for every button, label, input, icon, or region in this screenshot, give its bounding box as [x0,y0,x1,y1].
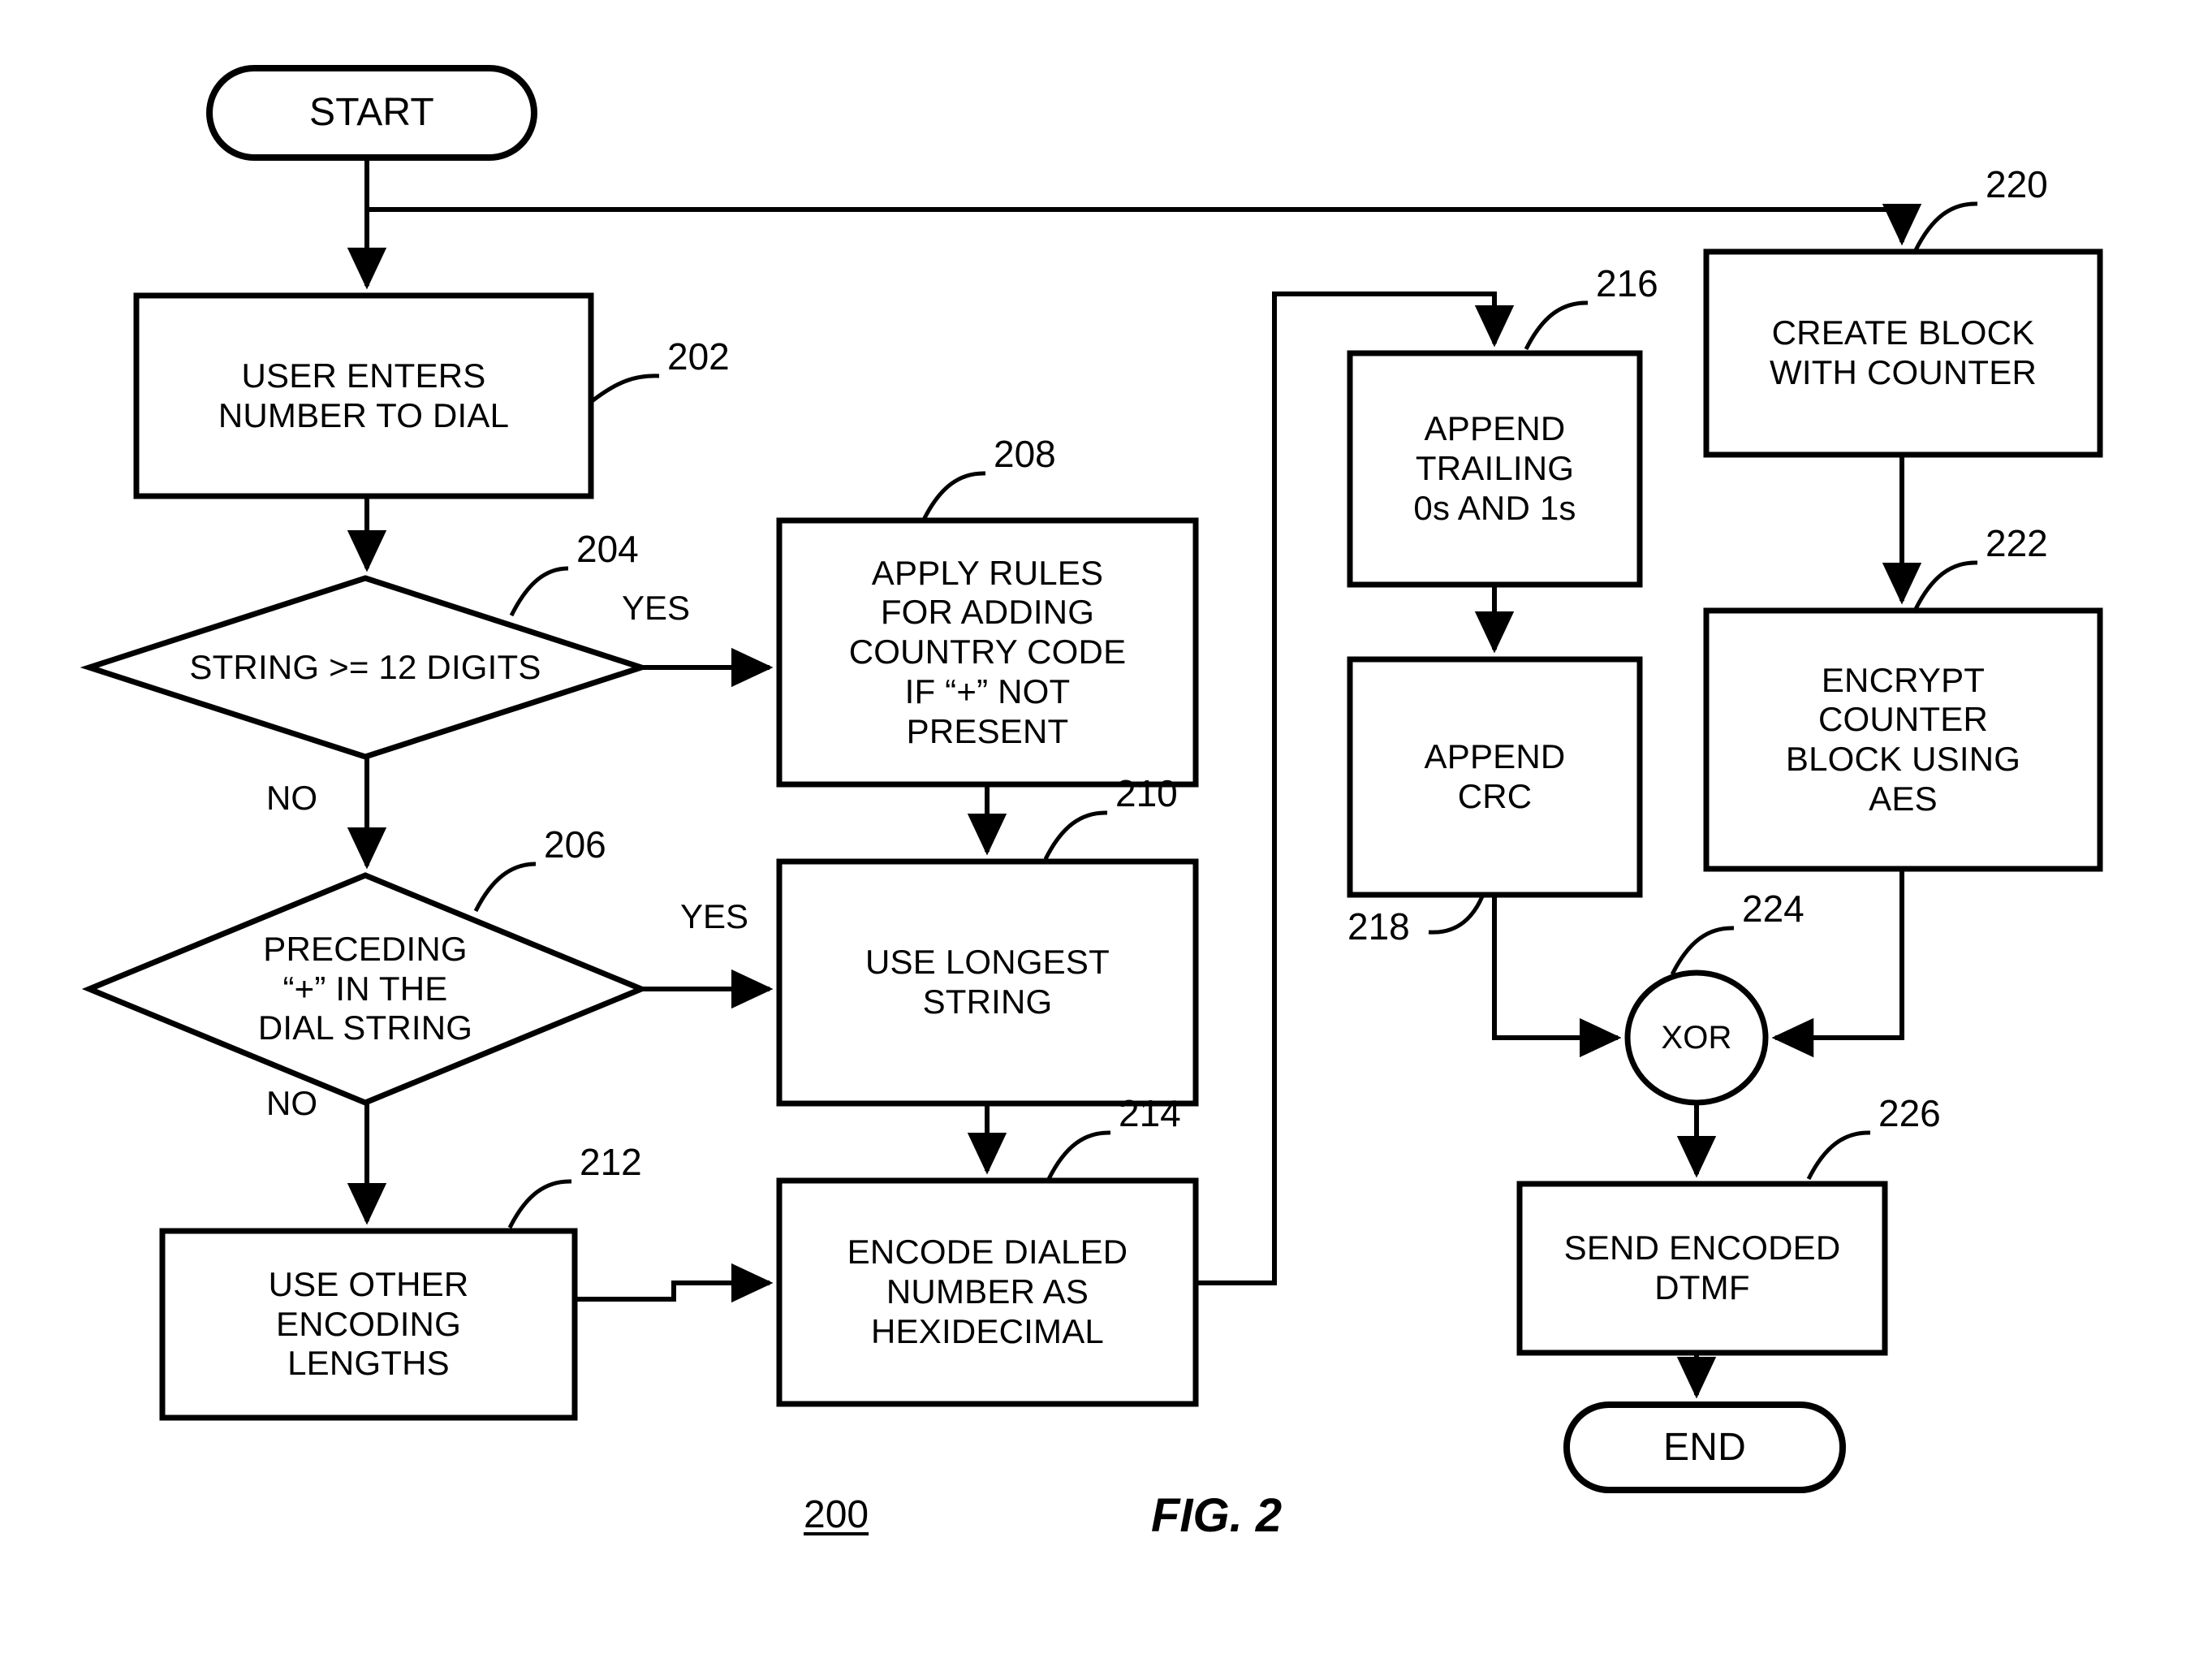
flowchart-canvas [80,65,2103,1493]
figure-number: 200 [804,1493,869,1536]
shape-206 [81,872,649,1106]
shape-208 [776,517,1199,788]
shape-218 [1347,656,1643,898]
leader-214 [1046,1130,1111,1181]
shape-220 [1703,248,2103,458]
ref-numeral-208: 208 [994,433,1056,475]
edge-label-yes-204: YES [622,589,691,627]
ref-numeral-222: 222 [1986,522,2048,564]
leader-210 [1043,810,1108,861]
patent-figure: START USER ENTERS NUMBER TO DIAL STRING … [0,0,2212,1667]
shape-start [206,65,537,161]
shape-214 [776,1177,1199,1407]
edge-label-no-204: NO [266,779,317,817]
leader-212 [507,1179,572,1229]
leader-206 [473,862,537,913]
ref-numeral-220: 220 [1986,163,2048,205]
ref-numeral-216: 216 [1596,262,1658,304]
shape-end [1563,1401,1846,1493]
shape-216 [1347,350,1643,588]
ref-numeral-224: 224 [1742,887,1805,930]
ref-numeral-210: 210 [1115,772,1178,814]
shape-204 [80,575,651,760]
leader-220 [1913,201,1978,252]
leader-226 [1806,1130,1871,1181]
edge-214-216 [1196,292,1515,1285]
ref-numeral-214: 214 [1119,1092,1181,1134]
leader-218 [1428,895,1485,935]
shape-202 [133,292,594,499]
ref-numeral-212: 212 [580,1141,642,1183]
ref-numeral-202: 202 [667,335,730,378]
shape-210 [776,858,1199,1107]
edge-rail-top [367,203,1922,246]
leader-222 [1913,560,1978,611]
leader-204 [509,566,569,617]
edge-label-no-206: NO [266,1084,317,1122]
leader-208 [921,471,986,521]
ref-numeral-204: 204 [576,528,639,570]
ref-numeral-206: 206 [544,823,606,866]
edge-212-214 [575,1263,774,1303]
leader-224 [1670,926,1735,976]
shape-222 [1703,607,2103,872]
ref-numeral-226: 226 [1878,1092,1941,1134]
figure-caption: FIG. 2 [1151,1489,1283,1542]
edge-label-yes-206: YES [680,897,749,935]
ref-numeral-218: 218 [1347,905,1410,948]
leader-202 [589,374,660,404]
leader-216 [1524,300,1589,351]
shape-226 [1516,1181,1888,1356]
edge-218-224 [1492,895,1622,1058]
shape-224 [1624,970,1769,1106]
shape-212 [159,1228,578,1421]
